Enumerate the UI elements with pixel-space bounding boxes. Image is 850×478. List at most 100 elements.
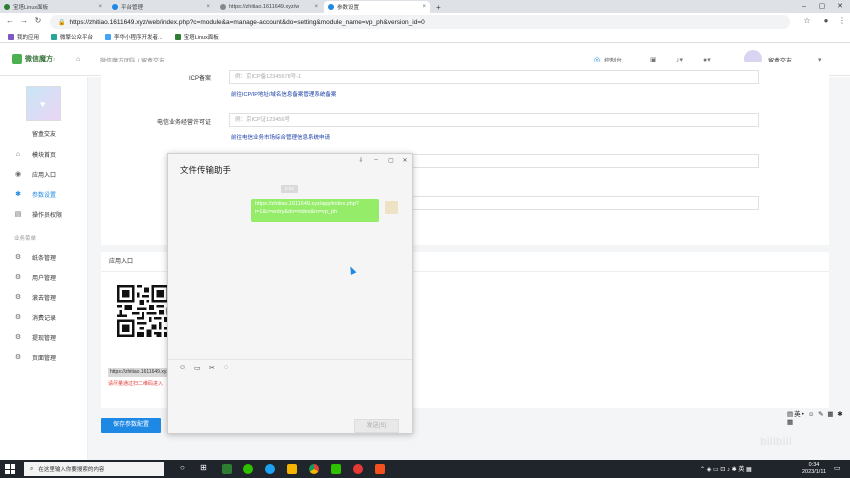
maximize-icon[interactable]: ▢ <box>813 0 831 13</box>
form-input-4[interactable] <box>411 196 759 210</box>
sidebar-item-users[interactable]: ⚙ 用户管理 <box>0 267 88 287</box>
account-avatar: ♥ <box>26 86 61 121</box>
tab-url[interactable]: https://zhitiao.1611649.xyz/w × <box>216 1 322 13</box>
tab-settings[interactable]: 参数设置 × <box>324 1 430 13</box>
wechat-app-icon[interactable] <box>243 464 253 474</box>
document-icon: ▤ <box>14 211 22 218</box>
bookmark-miniprogram[interactable]: 李华小程序开发者... <box>105 33 163 41</box>
sidebar-item-operators[interactable]: ▤ 操作员权限 <box>0 204 88 224</box>
save-settings-button[interactable]: 保存参数配置 <box>101 418 161 433</box>
home-icon[interactable]: ⌂ <box>76 56 80 63</box>
task-view-icon[interactable]: ○ <box>180 463 185 472</box>
sidebar-item-settings[interactable]: ✱ 参数设置 <box>0 184 88 204</box>
logo-version: 7 <box>53 56 56 62</box>
close-icon[interactable]: × <box>422 4 426 10</box>
windows-start-icon[interactable] <box>5 464 15 474</box>
page-icon <box>220 4 226 10</box>
send-button[interactable]: 发送(S) <box>354 419 399 433</box>
menu-kebab-icon[interactable]: ⋮ <box>836 16 848 25</box>
sidebar-item-module-home[interactable]: ⌂ 模块首页 <box>0 144 88 164</box>
message-bubble[interactable]: https://zhitiao.1611649.xyz/app/index.ph… <box>251 199 379 222</box>
sidebar-item-label: 操作员权限 <box>32 212 63 219</box>
tab-platform[interactable]: 平台管理 × <box>108 1 214 13</box>
sidebar-item-pages[interactable]: ⚙ 页面管理 <box>0 347 88 367</box>
gear-icon: ⚙ <box>14 354 22 361</box>
tab-label: https://zhitiao.1611649.xyz/w <box>229 4 300 10</box>
sidebar-item-consumption[interactable]: ⚙ 消费记录 <box>0 307 88 327</box>
taskbar-clock[interactable]: 0:34 2023/1/11 <box>797 462 831 476</box>
app-logo[interactable]: 微信魔方 7 <box>12 54 55 64</box>
permit-link[interactable]: 前往电信业务市场综合管理信息系统申请 <box>231 133 330 141</box>
baota-icon <box>174 33 181 40</box>
sidebar-item-notes[interactable]: ⚙ 纸条管理 <box>0 247 88 267</box>
tab-label: 宝塔Linux面板 <box>13 5 49 11</box>
bookmark-label: 李华小程序开发者... <box>114 34 163 41</box>
sidebar-item-label: 用户管理 <box>32 275 57 282</box>
form-input-3[interactable] <box>411 154 759 168</box>
widgets-icon[interactable]: ⊞ <box>200 463 207 472</box>
bookmark-wechat[interactable]: 微擎公众平台 <box>51 33 93 41</box>
pin-icon[interactable]: ⇩ <box>356 157 366 164</box>
home-icon: ⌂ <box>15 150 21 158</box>
folder-icon[interactable]: ▭ <box>194 364 201 372</box>
reload-icon[interactable]: ↻ <box>32 16 44 25</box>
minimize-icon[interactable]: – <box>371 157 381 163</box>
tab-baota[interactable]: 宝塔Linux面板 × <box>0 1 106 13</box>
bookmark-label: 微擎公众平台 <box>60 34 94 41</box>
permit-input[interactable]: 例：京ICP证123456号 <box>229 113 759 127</box>
window-close-icon[interactable]: ✕ <box>831 0 849 13</box>
input-divider <box>168 359 412 360</box>
bookmark-apps[interactable]: 我的应用 <box>8 33 39 41</box>
forward-arrow-icon[interactable]: → <box>18 16 30 25</box>
taskbar-search-input[interactable]: ⌕ 在这里输入你要搜索的内容 <box>24 462 164 476</box>
entry-url[interactable]: https://zhitiao.1611649.xyz <box>108 368 170 377</box>
gear-icon: ⚙ <box>14 274 22 281</box>
notification-icon[interactable]: ▭ <box>834 464 841 472</box>
chat-bubble-icon[interactable]: ◌ <box>224 364 228 371</box>
close-icon[interactable]: × <box>98 4 102 10</box>
system-tray[interactable]: ⌃ ◈ ▭ ⊡ ♪ ✱ 英 ▦ <box>700 464 752 473</box>
dialog-title: 文件传输助手 <box>180 165 232 175</box>
watermark-logo: bilibili <box>760 436 792 448</box>
file-explorer-icon[interactable] <box>287 464 297 474</box>
icp-link[interactable]: 前往ICP/IP地址/域名信息备案管理系统备案 <box>231 90 336 98</box>
close-icon[interactable]: × <box>206 4 210 10</box>
sidebar-item-roll[interactable]: ⚙ 滚去管理 <box>0 287 88 307</box>
sidebar-group-label: 业务菜单 <box>14 236 37 242</box>
back-arrow-icon[interactable]: ← <box>4 16 16 25</box>
sublime-text-icon[interactable] <box>375 464 385 474</box>
sidebar-item-label: 参数设置 <box>32 192 57 199</box>
close-icon[interactable]: ✕ <box>400 157 410 164</box>
logo-text: 微信魔方 <box>25 56 53 63</box>
search-icon: ⌕ <box>30 465 34 472</box>
browser-toolbar: ← → ↻ 🔒 https://zhitiao.1611649.xyz/web/… <box>0 13 850 31</box>
profile-icon[interactable]: ● <box>820 16 832 25</box>
icp-label: ICP备案 <box>188 76 211 82</box>
icp-input[interactable]: 例：京ICP备12345678号-1 <box>229 70 759 84</box>
minimize-icon[interactable]: – <box>795 0 813 13</box>
sidebar-item-withdraw[interactable]: ⚙ 提现管理 <box>0 327 88 347</box>
baota-app-icon[interactable] <box>222 464 232 474</box>
bookmark-baota[interactable]: 宝塔Linux面板 <box>174 33 219 41</box>
browser-tab-strip: 宝塔Linux面板 × 平台管理 × https://zhitiao.16116… <box>0 0 850 13</box>
baota-favicon-icon <box>4 4 10 10</box>
scissors-icon[interactable]: ✂ <box>209 364 215 372</box>
edge-browser-icon[interactable] <box>265 464 275 474</box>
lock-icon: 🔒 <box>58 19 66 26</box>
sender-avatar[interactable] <box>385 201 398 214</box>
search-placeholder: 在这里输入你要搜索的内容 <box>38 467 105 473</box>
recorder-app-icon[interactable] <box>353 464 363 474</box>
new-tab-button[interactable]: + <box>432 1 444 13</box>
address-bar[interactable]: 🔒 https://zhitiao.1611649.xyz/web/index.… <box>50 15 790 29</box>
maximize-icon[interactable]: ▢ <box>386 157 396 164</box>
ime-toolbar[interactable]: ▤英• ☺ ✎ ▦ ✱ ▦ <box>787 408 850 426</box>
sidebar-item-label: 滚去管理 <box>32 295 57 302</box>
chrome-browser-icon[interactable] <box>309 464 319 474</box>
close-icon[interactable]: × <box>314 4 318 10</box>
bookmark-star-icon[interactable]: ☆ <box>801 16 813 25</box>
clock-time: 0:34 <box>808 462 820 468</box>
sidebar-item-app-entry[interactable]: ◉ 应用入口 <box>0 164 88 184</box>
wechat-devtools-icon[interactable] <box>331 464 341 474</box>
emoji-icon[interactable]: ☺ <box>179 364 186 371</box>
scan-hint: 请尽量通过扫二维码进入 <box>108 381 164 387</box>
